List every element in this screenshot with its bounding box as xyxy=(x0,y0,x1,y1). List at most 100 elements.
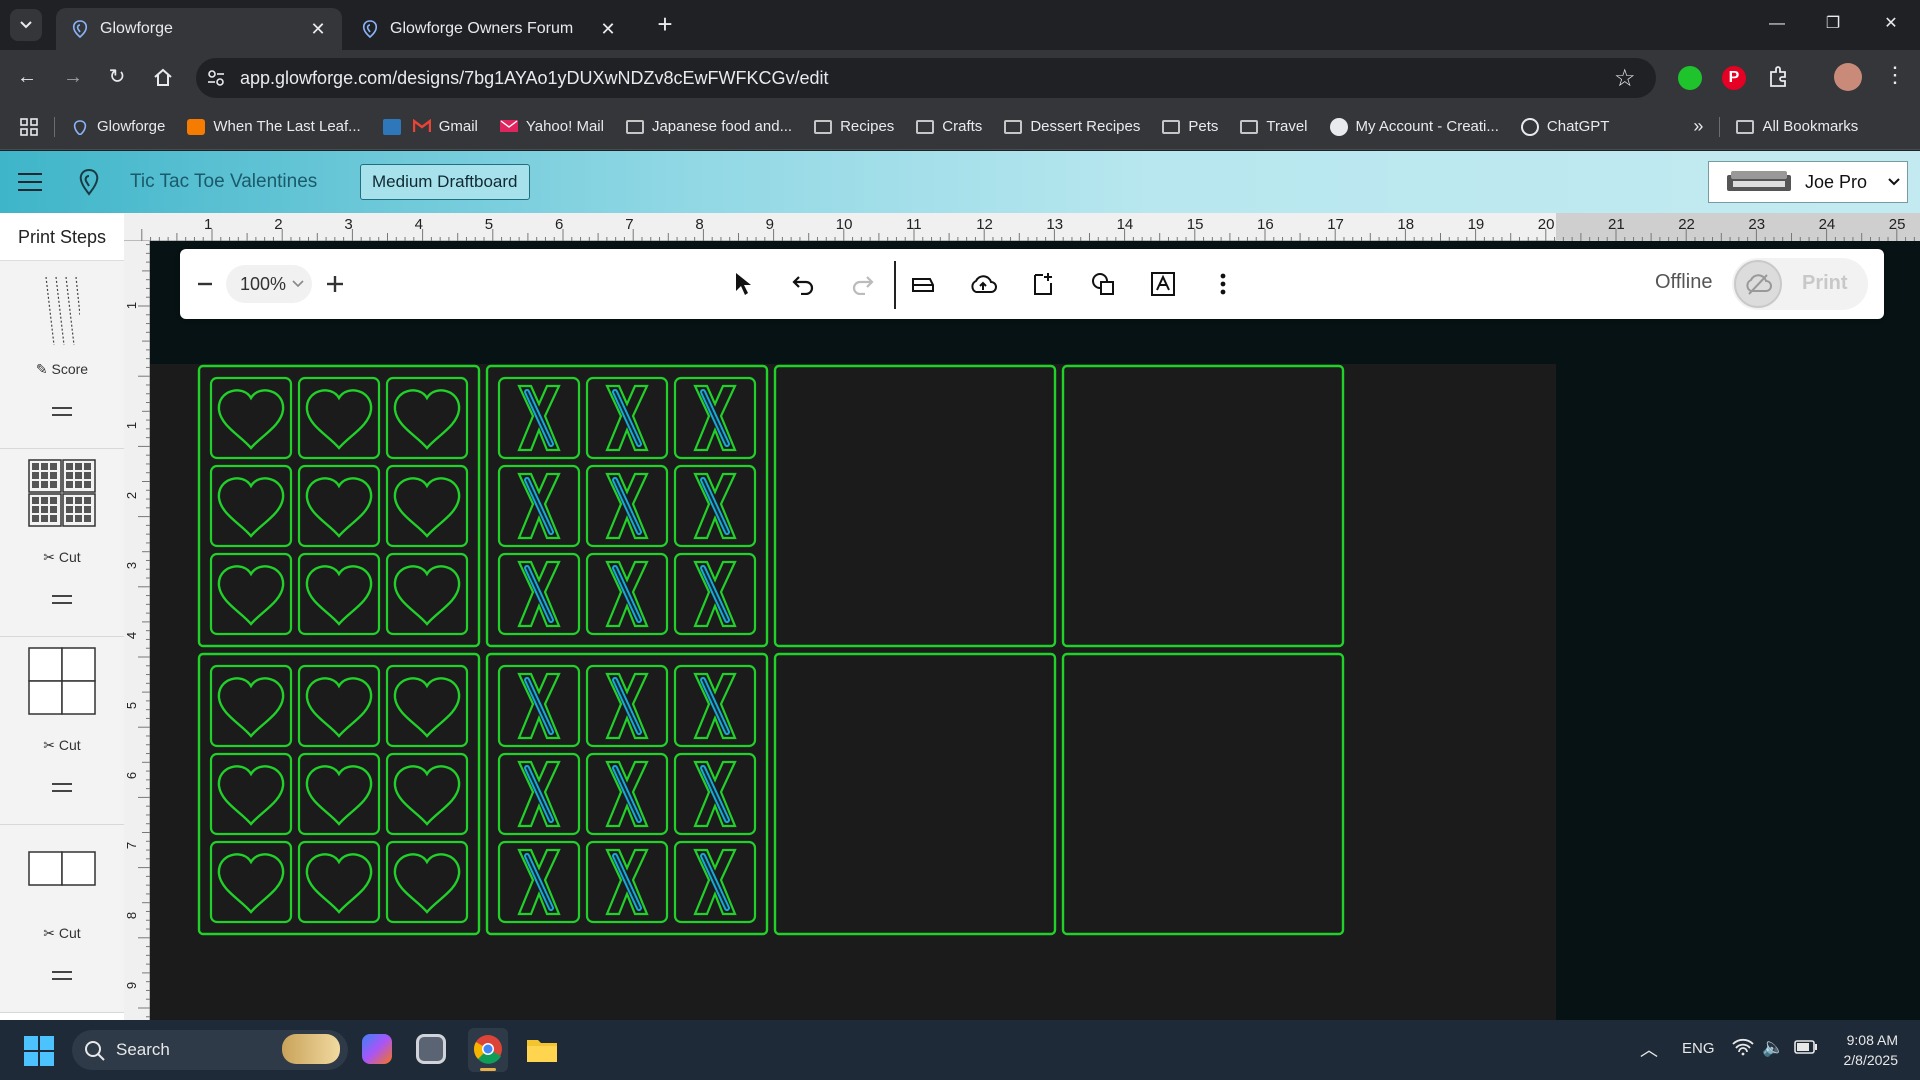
print-steps-panel: Print Steps ✎ Score ✂ Cut ✂ Cut ✂ Cut xyxy=(0,213,124,1020)
minus-icon xyxy=(198,282,212,286)
x-piece xyxy=(607,474,647,538)
x-piece xyxy=(695,850,735,914)
left-ruler-ticks xyxy=(138,244,150,1018)
heart-piece xyxy=(217,677,285,738)
more-options-button[interactable] xyxy=(1208,269,1238,299)
bookmark-folder-crafts[interactable]: Crafts xyxy=(916,118,982,135)
tab-glowforge-owners-forum[interactable]: Glowforge Owners Forum ✕ xyxy=(346,8,632,50)
drag-handle-icon[interactable] xyxy=(52,971,72,985)
drag-handle-icon[interactable] xyxy=(52,595,72,609)
shapes-button[interactable] xyxy=(1088,269,1118,299)
volume-icon[interactable]: 🔈 xyxy=(1762,1037,1784,1058)
ruler-number: 1 xyxy=(204,216,213,233)
bookmark-folder-pets[interactable]: Pets xyxy=(1162,118,1218,135)
apps-grid-icon[interactable] xyxy=(20,117,38,136)
restore-button[interactable]: ❐ xyxy=(1810,8,1856,40)
app-icon[interactable] xyxy=(416,1034,446,1064)
bookmark-glowforge[interactable]: Glowforge xyxy=(71,118,165,135)
text-button[interactable] xyxy=(1148,269,1178,299)
extensions-puzzle-icon[interactable] xyxy=(1766,64,1792,90)
bookmark-folder-dessert-recipes[interactable]: Dessert Recipes xyxy=(1004,118,1140,135)
machine-selector[interactable]: Joe Pro xyxy=(1708,161,1908,203)
more-bookmarks-chevron-icon[interactable]: » xyxy=(1693,116,1703,137)
tray-chevron-up-icon[interactable]: ︿ xyxy=(1640,1036,1658,1062)
new-tab-button[interactable]: + xyxy=(650,10,680,40)
chrome-taskbar-button[interactable] xyxy=(468,1028,508,1072)
address-bar[interactable]: app.glowforge.com/designs/7bg1AYAo1yDUXw… xyxy=(196,58,1656,98)
language-indicator[interactable]: ENG xyxy=(1682,1040,1715,1057)
game-tile xyxy=(385,840,469,924)
bookmark-yahoo-mail[interactable]: Yahoo! Mail xyxy=(499,118,604,135)
bookmark-folder-travel[interactable]: Travel xyxy=(1240,118,1308,135)
bookmark-star-icon[interactable]: ☆ xyxy=(1614,64,1636,93)
design-artwork[interactable] xyxy=(196,360,1352,938)
cut-step-thumbnail xyxy=(28,851,96,886)
file-explorer-icon[interactable] xyxy=(526,1036,558,1064)
x-piece xyxy=(519,674,559,738)
zoom-in-button[interactable] xyxy=(320,269,350,299)
bookmark-folder-japanese-food[interactable]: Japanese food and... xyxy=(625,118,792,135)
x-piece xyxy=(607,386,647,450)
minimize-button[interactable]: — xyxy=(1754,8,1800,40)
site-settings-icon[interactable] xyxy=(206,68,226,88)
battery-icon[interactable] xyxy=(1794,1040,1818,1054)
bookmark-amex[interactable] xyxy=(382,118,401,135)
upload-button[interactable] xyxy=(968,269,998,299)
windows-start-icon[interactable] xyxy=(24,1036,54,1066)
scan-button[interactable] xyxy=(908,269,938,299)
clock-time: 9:08 AM xyxy=(1846,1032,1898,1048)
bookmark-gmail[interactable]: Gmail xyxy=(412,118,478,135)
undo-button[interactable] xyxy=(788,269,818,299)
top-ruler-ticks xyxy=(141,229,1915,241)
print-step-score[interactable]: ✎ Score xyxy=(0,261,124,449)
clock[interactable]: 9:08 AM 2/8/2025 xyxy=(1834,1030,1899,1070)
folder-icon xyxy=(916,119,935,134)
hamburger-menu-icon[interactable] xyxy=(18,173,42,197)
bookmark-chatgpt[interactable]: ChatGPT xyxy=(1520,117,1609,136)
copilot-icon[interactable] xyxy=(362,1034,392,1064)
print-step-cut[interactable]: ✂ Cut xyxy=(0,637,124,825)
glowforge-icon xyxy=(72,20,88,39)
print-step-cut[interactable]: ✂ Cut xyxy=(0,449,124,637)
browser-menu-icon[interactable]: ⋮ xyxy=(1884,62,1906,88)
close-window-button[interactable]: ✕ xyxy=(1868,8,1914,40)
drag-handle-icon[interactable] xyxy=(52,407,72,421)
top-ruler: 1 2 3 4 5 6 7 8 9 10 11 12 13 14 15 16 17 18 19 20 21 22 23 24 2… xyxy=(124,213,1920,241)
close-tab-icon[interactable]: ✕ xyxy=(598,19,618,40)
zoom-select[interactable]: 100% xyxy=(226,265,312,303)
bookmark-my-account[interactable]: My Account - Creati... xyxy=(1329,117,1499,136)
blogger-icon xyxy=(187,118,206,135)
bookmark-folder-recipes[interactable]: Recipes xyxy=(814,118,894,135)
print-button[interactable]: Print xyxy=(1732,258,1868,310)
home-button[interactable] xyxy=(148,62,178,92)
profile-avatar[interactable] xyxy=(1834,63,1862,91)
ruler-number: 14 xyxy=(1116,216,1134,233)
close-tab-icon[interactable]: ✕ xyxy=(308,19,328,40)
material-button[interactable]: Medium Draftboard xyxy=(360,164,530,200)
glowforge-logo-icon[interactable] xyxy=(76,167,102,197)
amex-icon xyxy=(382,118,401,135)
all-bookmarks[interactable]: All Bookmarks xyxy=(1736,118,1858,135)
connection-status: Offline xyxy=(1655,271,1713,293)
forward-button[interactable]: → xyxy=(58,62,88,92)
print-step-cut[interactable]: ✂ Cut xyxy=(0,825,124,1013)
drag-handle-icon[interactable] xyxy=(52,783,72,797)
tab-title: Glowforge Owners Forum xyxy=(390,20,574,37)
home-icon xyxy=(154,68,172,86)
design-toolbar: 100% Offline Print xyxy=(180,249,1884,319)
ruler-number: 22 xyxy=(1678,216,1695,233)
select-tool-button[interactable] xyxy=(728,269,758,299)
ruler-number: 21 xyxy=(1608,216,1625,233)
zoom-out-button[interactable] xyxy=(190,269,220,299)
add-artwork-button[interactable] xyxy=(1028,269,1058,299)
reload-button[interactable]: ↻ xyxy=(102,62,132,92)
pinterest-icon[interactable]: P xyxy=(1722,66,1746,90)
back-button[interactable]: ← xyxy=(12,62,42,92)
bookmark-when-the-last-leaf[interactable]: When The Last Leaf... xyxy=(187,118,361,135)
redo-button[interactable] xyxy=(848,269,878,299)
extension-green-icon[interactable] xyxy=(1678,66,1702,90)
design-title[interactable]: Tic Tac Toe Valentines xyxy=(130,171,317,193)
tab-search-button[interactable] xyxy=(10,9,42,41)
wifi-icon[interactable] xyxy=(1732,1038,1754,1056)
tab-glowforge[interactable]: Glowforge ✕ xyxy=(56,8,342,50)
